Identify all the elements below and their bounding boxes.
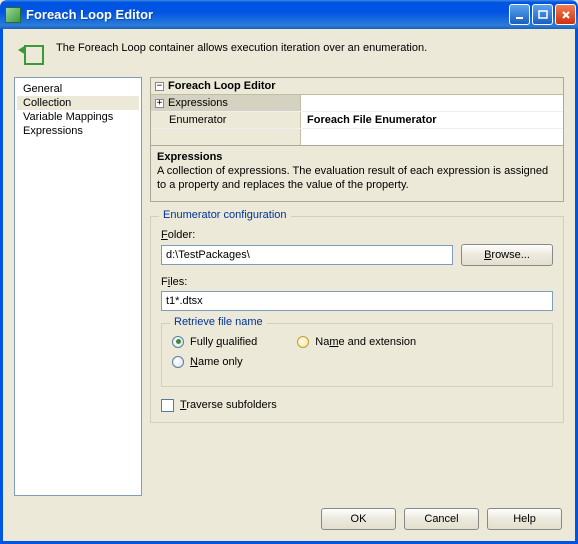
help-button[interactable]: Help xyxy=(487,508,562,530)
dialog-footer: OK Cancel Help xyxy=(14,496,564,530)
description-box: Expressions A collection of expressions.… xyxy=(150,146,564,202)
sidebar-item-collection[interactable]: Collection xyxy=(17,96,139,110)
checkbox-icon xyxy=(161,399,174,412)
files-label: Files: xyxy=(161,276,553,288)
files-input[interactable] xyxy=(161,291,553,311)
cancel-button[interactable]: Cancel xyxy=(404,508,479,530)
folder-input[interactable] xyxy=(161,245,453,265)
window-buttons xyxy=(509,4,576,25)
radio-label: Name only xyxy=(190,356,243,368)
header-description: The Foreach Loop container allows execut… xyxy=(56,39,427,54)
header: The Foreach Loop container allows execut… xyxy=(14,39,564,67)
propgrid-title: Foreach Loop Editor xyxy=(168,80,276,92)
prop-row-expressions[interactable]: + Expressions xyxy=(151,95,563,112)
folder-label: Folder: xyxy=(161,229,553,241)
property-grid: − Foreach Loop Editor + Expressions Enum… xyxy=(150,77,564,146)
close-button[interactable] xyxy=(555,4,576,25)
browse-button[interactable]: Browse... xyxy=(461,244,553,266)
app-icon xyxy=(5,7,21,23)
radio-icon xyxy=(172,356,184,368)
foreach-icon xyxy=(18,39,46,67)
radio-name-extension[interactable]: Name and extension xyxy=(297,336,416,348)
sidebar-item-expressions[interactable]: Expressions xyxy=(17,124,139,138)
traverse-checkbox[interactable]: Traverse subfolders xyxy=(161,399,553,412)
retrieve-group: Retrieve file name Fully qualified Name … xyxy=(161,323,553,387)
radio-fully-qualified[interactable]: Fully qualified xyxy=(172,336,257,348)
description-title: Expressions xyxy=(157,151,557,163)
radio-label: Fully qualified xyxy=(190,336,257,348)
propgrid-header[interactable]: − Foreach Loop Editor xyxy=(151,78,563,95)
window-title: Foreach Loop Editor xyxy=(26,7,509,22)
maximize-button[interactable] xyxy=(532,4,553,25)
radio-icon xyxy=(172,336,184,348)
prop-name: + Expressions xyxy=(151,95,301,111)
sidebar-item-variable-mappings[interactable]: Variable Mappings xyxy=(17,110,139,124)
expand-icon[interactable]: + xyxy=(155,99,164,108)
nav-sidebar: General Collection Variable Mappings Exp… xyxy=(14,77,142,496)
ok-button[interactable]: OK xyxy=(321,508,396,530)
titlebar: Foreach Loop Editor xyxy=(0,0,578,29)
traverse-label: Traverse subfolders xyxy=(180,399,277,411)
radio-label: Name and extension xyxy=(315,336,416,348)
radio-name-only[interactable]: Name only xyxy=(172,356,243,368)
minimize-button[interactable] xyxy=(509,4,530,25)
sidebar-item-general[interactable]: General xyxy=(17,82,139,96)
prop-row-empty xyxy=(151,129,563,145)
enumerator-config-group: Enumerator configuration Folder: Browse.… xyxy=(150,216,564,423)
collapse-icon[interactable]: − xyxy=(155,82,164,91)
prop-name: Enumerator xyxy=(151,112,301,128)
prop-value[interactable]: Foreach File Enumerator xyxy=(301,112,563,128)
prop-row-enumerator[interactable]: Enumerator Foreach File Enumerator xyxy=(151,112,563,129)
config-legend: Enumerator configuration xyxy=(159,209,291,221)
description-text: A collection of expressions. The evaluat… xyxy=(157,165,557,193)
prop-value[interactable] xyxy=(301,95,563,111)
radio-icon xyxy=(297,336,309,348)
retrieve-legend: Retrieve file name xyxy=(170,316,267,328)
